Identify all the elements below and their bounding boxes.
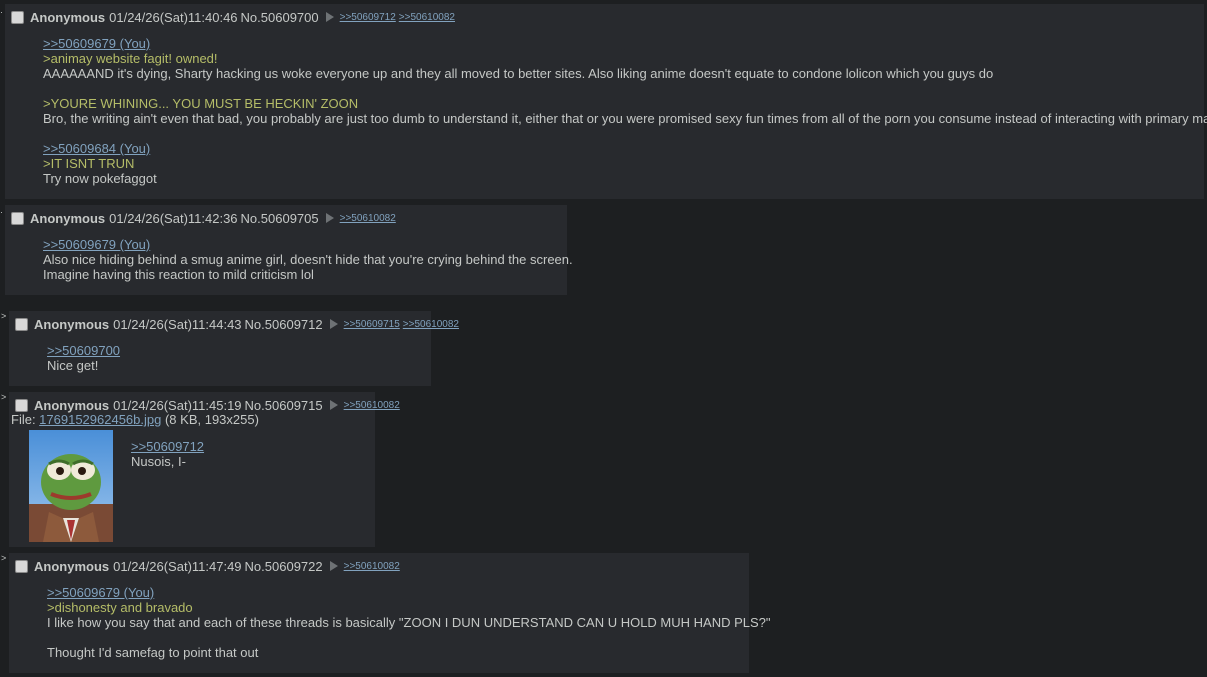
side-arrow-icon: > [1, 553, 7, 563]
post-50609715: Anonymous 01/24/26(Sat)11:45:19 No.50609… [8, 391, 400, 548]
backlinks: >>50609715 >>50610082 [344, 319, 459, 330]
message-text: Bro, the writing ain't even that bad, yo… [43, 111, 1207, 126]
post-datetime: 01/24/26(Sat)11:47:49 [113, 558, 242, 574]
post-select-checkbox[interactable] [15, 559, 28, 573]
backlinks: >>50610082 [340, 213, 396, 224]
post-message: >>50609700 Nice get! [47, 343, 120, 373]
quote-link[interactable]: >>50609679 (You) [43, 237, 573, 252]
backlinks: >>50610082 [344, 400, 400, 411]
greentext: >IT ISNT TRUN [43, 156, 135, 171]
post-info: Anonymous 01/24/26(Sat)11:47:49 No.50609… [15, 558, 400, 574]
post-info: Anonymous 01/24/26(Sat)11:40:46 No.50609… [11, 9, 455, 25]
file-details: (8 KB, 193x255) [161, 412, 259, 427]
backlink[interactable]: >>50610082 [344, 400, 400, 411]
message-text: Thought I'd samefag to point that out [47, 645, 259, 660]
backlink[interactable]: >>50610082 [403, 319, 459, 330]
post-menu-arrow-icon[interactable] [329, 400, 338, 410]
side-arrow: · [0, 7, 3, 17]
message-text: AAAAAAND it's dying, Sharty hacking us w… [43, 66, 994, 81]
greentext: >YOURE WHINING... YOU MUST BE HECKIN' ZO… [43, 96, 359, 111]
backlinks: >>50609712 >>50610082 [340, 12, 455, 23]
post-select-checkbox[interactable] [15, 317, 28, 331]
poster-name: Anonymous [34, 558, 110, 574]
post-number[interactable]: No.50609722 [245, 559, 323, 574]
poster-name: Anonymous [34, 397, 110, 413]
quote-link[interactable]: >>50609712 [131, 439, 204, 454]
backlink[interactable]: >>50609715 [344, 319, 400, 330]
side-arrow-icon: > [1, 392, 7, 402]
backlinks: >>50610082 [344, 561, 400, 572]
side-arrow: · [0, 207, 3, 217]
post-50609705: Anonymous 01/24/26(Sat)11:42:36 No.50609… [4, 204, 573, 296]
post-info: Anonymous 01/24/26(Sat)11:44:43 No.50609… [15, 316, 459, 332]
quote-link[interactable]: >>50609684 (You) [43, 141, 1207, 156]
quote-link[interactable]: >>50609700 [47, 343, 120, 358]
post-menu-arrow-icon[interactable] [325, 12, 334, 22]
post-menu-arrow-icon[interactable] [325, 213, 334, 223]
backlink[interactable]: >>50610082 [340, 213, 396, 224]
backlink[interactable]: >>50610082 [344, 561, 400, 572]
post-message: >>50609679 (You) Also nice hiding behind… [43, 237, 573, 282]
message-text: Try now pokefaggot [43, 171, 157, 186]
post-50609722: Anonymous 01/24/26(Sat)11:47:49 No.50609… [8, 552, 771, 674]
message-text: Nice get! [47, 358, 99, 373]
file-label: File: [11, 412, 40, 427]
post-select-checkbox[interactable] [11, 211, 24, 225]
message-text: Nusois, I- [131, 454, 186, 469]
post-datetime: 01/24/26(Sat)11:45:19 [113, 397, 242, 413]
post-menu-arrow-icon[interactable] [329, 561, 338, 571]
post-number[interactable]: No.50609700 [241, 10, 319, 25]
quote-link[interactable]: >>50609679 (You) [47, 585, 771, 600]
post-select-checkbox[interactable] [15, 398, 28, 412]
post-menu-arrow-icon[interactable] [329, 319, 338, 329]
message-text: Imagine having this reaction to mild cri… [43, 267, 314, 282]
post-number[interactable]: No.50609715 [245, 398, 323, 413]
poster-name: Anonymous [30, 9, 106, 25]
post-number[interactable]: No.50609705 [241, 211, 319, 226]
side-arrow-icon: > [1, 311, 7, 321]
post-select-checkbox[interactable] [11, 10, 24, 24]
file-link[interactable]: 1769152962456b.jpg [39, 412, 161, 427]
message-text: Also nice hiding behind a smug anime gir… [43, 252, 573, 267]
post-message: >>50609712 Nusois, I- [131, 439, 204, 469]
message-text: I like how you say that and each of thes… [47, 615, 771, 630]
post-number[interactable]: No.50609712 [245, 317, 323, 332]
post-datetime: 01/24/26(Sat)11:42:36 [109, 210, 238, 226]
quote-link[interactable]: >>50609679 (You) [43, 36, 1207, 51]
poster-name: Anonymous [34, 316, 110, 332]
backlink[interactable]: >>50610082 [399, 12, 455, 23]
post-info: Anonymous 01/24/26(Sat)11:45:19 No.50609… [15, 397, 400, 413]
post-50609712: Anonymous 01/24/26(Sat)11:44:43 No.50609… [8, 310, 459, 387]
file-info: File: 1769152962456b.jpg (8 KB, 193x255) [11, 412, 259, 427]
pepe-frog-image [29, 430, 113, 542]
backlink[interactable]: >>50609712 [340, 12, 396, 23]
post-message: >>50609679 (You) >dishonesty and bravado… [47, 585, 771, 660]
post-datetime: 01/24/26(Sat)11:44:43 [113, 316, 242, 332]
post-datetime: 01/24/26(Sat)11:40:46 [109, 9, 238, 25]
post-message: >>50609679 (You) >animay website fagit! … [43, 36, 1207, 186]
post-info: Anonymous 01/24/26(Sat)11:42:36 No.50609… [11, 210, 396, 226]
greentext: >dishonesty and bravado [47, 600, 193, 615]
poster-name: Anonymous [30, 210, 106, 226]
greentext: >animay website fagit! owned! [43, 51, 218, 66]
post-50609700: Anonymous 01/24/26(Sat)11:40:46 No.50609… [4, 3, 1207, 200]
post-thumbnail-image[interactable] [29, 430, 113, 542]
